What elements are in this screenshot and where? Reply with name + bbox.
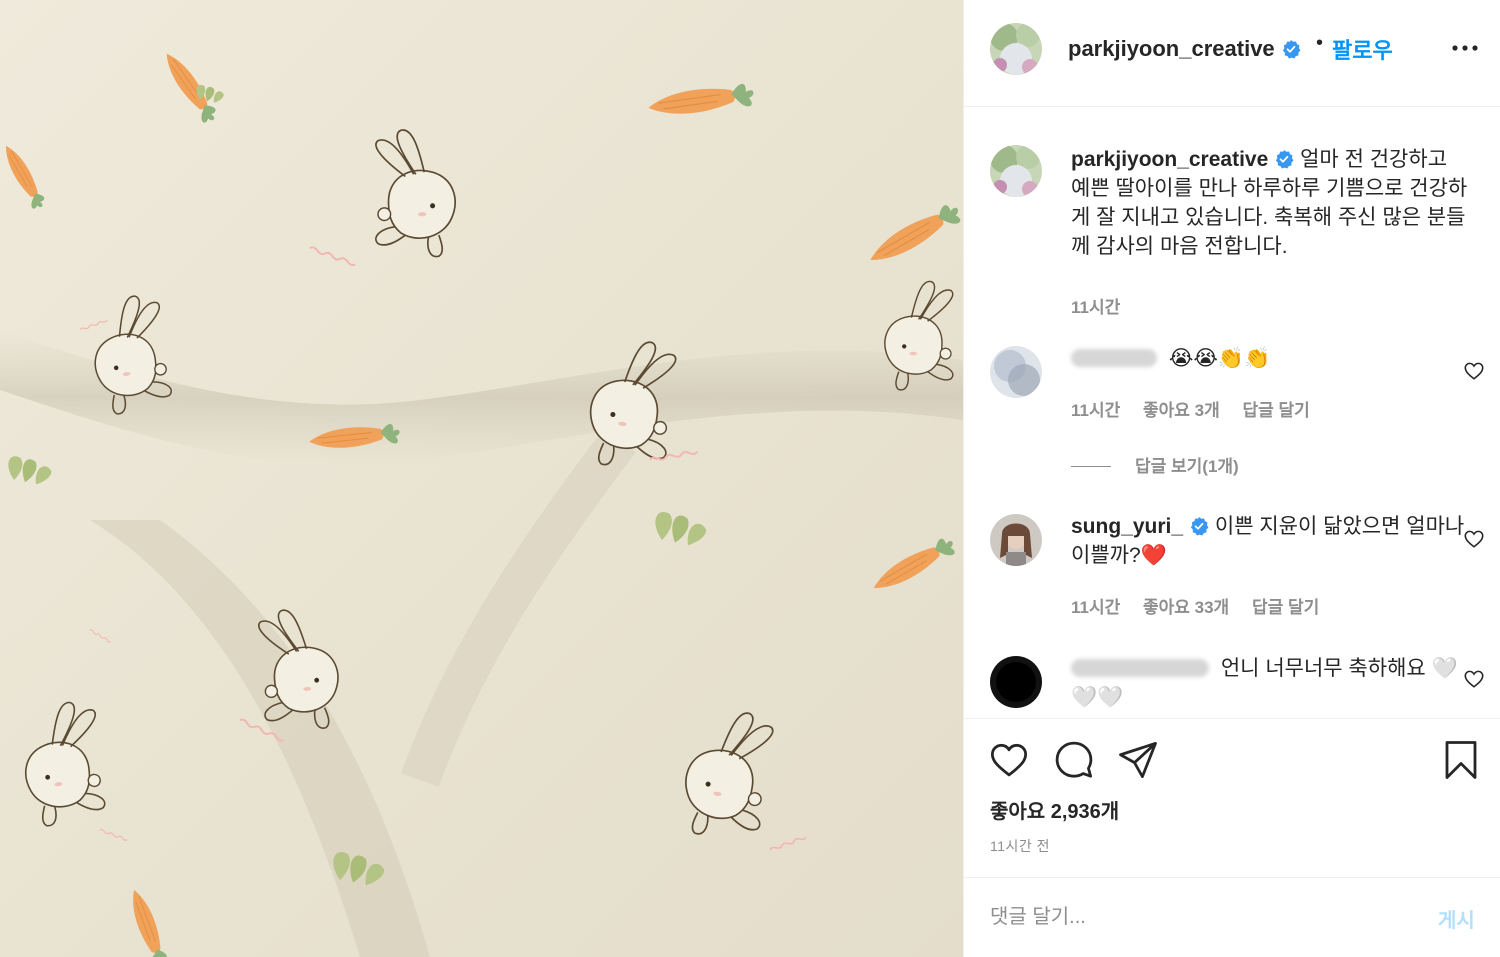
comment-meta: 11시간 좋아요 3개 답글 달기 xyxy=(1071,396,1328,421)
likes-count[interactable]: 좋아요 2,936개 xyxy=(990,795,1119,824)
comment-like-heart-icon[interactable] xyxy=(1463,528,1485,550)
verified-badge-icon xyxy=(1282,40,1301,59)
caption-meta: 11시간 xyxy=(1071,293,1138,318)
commenter-username[interactable]: sung_yuri_ xyxy=(1071,515,1183,538)
commenter-avatar[interactable] xyxy=(990,514,1042,566)
verified-badge-icon xyxy=(1190,517,1209,536)
like-heart-icon[interactable] xyxy=(988,739,1030,781)
post-timestamp[interactable]: 11시간 전 xyxy=(990,836,1050,856)
follow-button[interactable]: 팔로우 xyxy=(1332,33,1393,65)
comment-icon[interactable] xyxy=(1053,739,1095,781)
comment-username-redacted[interactable] xyxy=(1071,349,1157,367)
post-actions: 좋아요 2,936개 11시간 전 xyxy=(964,718,1500,878)
author-username-text[interactable]: parkjiyoon_creative xyxy=(1068,36,1275,61)
reply-button[interactable]: 답글 달기 xyxy=(1242,401,1309,420)
share-icon[interactable] xyxy=(1117,739,1159,781)
bookmark-icon[interactable] xyxy=(1440,739,1482,781)
commenter-avatar[interactable] xyxy=(990,346,1042,398)
header-separator: • xyxy=(1316,32,1324,54)
commenter-avatar[interactable] xyxy=(990,656,1042,708)
reply-button[interactable]: 답글 달기 xyxy=(1252,598,1319,617)
author-username[interactable]: parkjiyoon_creative xyxy=(1068,36,1301,62)
caption-time[interactable]: 11시간 xyxy=(1071,298,1120,317)
comment-like-heart-icon[interactable] xyxy=(1463,668,1485,690)
comment-like-heart-icon[interactable] xyxy=(1463,360,1485,382)
comment-time[interactable]: 11시간 xyxy=(1071,401,1120,420)
author-avatar[interactable] xyxy=(990,23,1042,75)
comment-text-block: 😭😭👏👏 xyxy=(1071,344,1471,373)
comment-username-redacted[interactable] xyxy=(1071,659,1209,677)
comment-text-block: 언니 너무너무 축하해요 🤍🤍🤍 xyxy=(1071,654,1471,712)
comment-time[interactable]: 11시간 xyxy=(1071,598,1120,617)
add-comment-bar: 게시 xyxy=(964,877,1500,957)
post-side-panel: parkjiyoon_creative • 팔로우 parkjiyoon_cre… xyxy=(963,0,1500,957)
comments-list[interactable]: parkjiyoon_creative 얼마 전 건강하고 예쁜 딸아이를 만나… xyxy=(964,108,1500,718)
view-replies-button[interactable]: 답글 보기(1개) xyxy=(1071,452,1239,477)
comment-input[interactable] xyxy=(990,900,1410,934)
caption-username[interactable]: parkjiyoon_creative xyxy=(1071,148,1268,171)
replies-divider-line xyxy=(1071,466,1111,467)
caption-avatar[interactable] xyxy=(990,145,1042,197)
view-replies-label[interactable]: 답글 보기(1개) xyxy=(1135,457,1239,476)
fabric-pattern-image xyxy=(0,0,963,957)
comment-text: 😭😭👏👏 xyxy=(1168,347,1271,370)
post-comment-button[interactable]: 게시 xyxy=(1438,904,1475,933)
comment-meta: 11시간 좋아요 33개 답글 달기 xyxy=(1071,593,1337,618)
comment-likes[interactable]: 좋아요 33개 xyxy=(1143,598,1229,617)
comment-text-block: sung_yuri_ 이쁜 지윤이 닮았으면 얼마나 이쁠까?❤️ xyxy=(1071,512,1471,570)
more-options-icon[interactable] xyxy=(1450,36,1480,60)
post-header: parkjiyoon_creative • 팔로우 xyxy=(964,0,1500,107)
verified-badge-icon xyxy=(1276,150,1294,169)
post-photo xyxy=(0,0,963,957)
comment-likes[interactable]: 좋아요 3개 xyxy=(1143,401,1220,420)
caption-text-block: parkjiyoon_creative 얼마 전 건강하고 예쁜 딸아이를 만나… xyxy=(1071,145,1471,261)
